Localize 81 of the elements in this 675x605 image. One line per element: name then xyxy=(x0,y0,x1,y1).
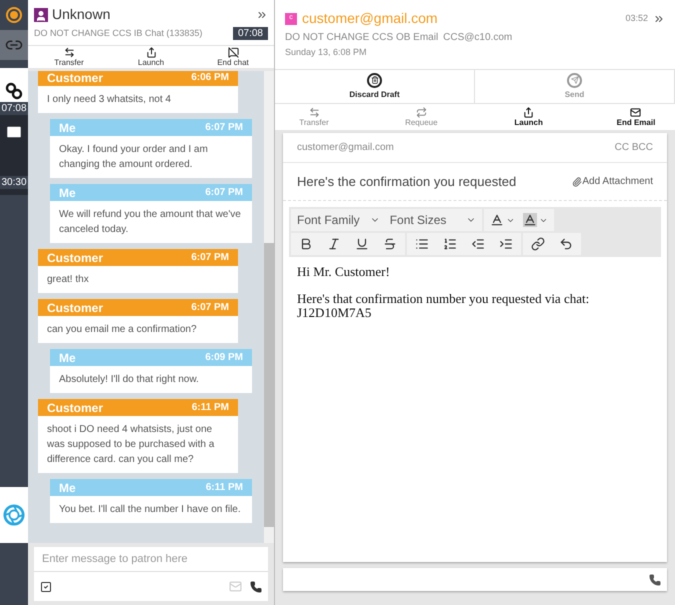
message-time: 6:09 PM xyxy=(205,351,243,365)
status-icon[interactable] xyxy=(6,7,22,23)
sender-name: Customer xyxy=(47,250,104,266)
message-time: 6:06 PM xyxy=(191,71,229,85)
underline-icon[interactable] xyxy=(355,237,369,251)
chat-off-icon xyxy=(228,47,238,58)
sender-name: Me xyxy=(59,120,76,136)
sender-name: Customer xyxy=(47,300,104,316)
bullet-list-icon[interactable] xyxy=(415,237,429,251)
sender-name: Me xyxy=(59,184,76,202)
message-text: can you email me a confirmation? xyxy=(47,323,198,337)
chat-timer: 07:08 xyxy=(232,27,268,40)
checklist-icon[interactable] xyxy=(40,580,52,592)
message-text: great! thx xyxy=(47,273,90,287)
cc-bcc-link[interactable]: CC BCC xyxy=(614,140,653,155)
email-body-text: Here's that confirmation number you requested via chat: xyxy=(297,292,590,306)
highlight-color-icon xyxy=(523,213,538,227)
email-body-text: Hi Mr. Customer! xyxy=(297,265,391,279)
toolbar-button[interactable]: Launch xyxy=(494,104,564,130)
message-text: We will refund you the amount that we've canceled today. xyxy=(59,208,242,237)
message-text: Okay. I found your order and I am changing the amount ordered. xyxy=(59,143,209,172)
toolbar-button[interactable]: Launch xyxy=(110,46,192,68)
repeat-icon xyxy=(416,107,427,118)
phone-icon[interactable] xyxy=(250,580,262,592)
strikethrough-icon[interactable] xyxy=(383,237,397,251)
message-time: 6:07 PM xyxy=(205,121,243,135)
transfer-icon xyxy=(64,47,74,58)
font-family-dropdown[interactable]: Font Family xyxy=(297,211,380,229)
chat-timer: 07:08 xyxy=(0,102,28,115)
indent-icon[interactable] xyxy=(499,237,513,251)
outdent-icon[interactable] xyxy=(471,237,485,251)
paperclip-icon xyxy=(572,176,582,186)
sender-name: Me xyxy=(59,480,76,496)
email-timer: 03:52 xyxy=(625,12,648,25)
text-color-icon xyxy=(490,213,504,227)
contact-name: Unknown xyxy=(52,5,110,24)
toolbar-button[interactable]: End chat xyxy=(192,46,274,68)
email-date: Sunday 13, 6:08 PM xyxy=(285,46,368,59)
text-color-button[interactable] xyxy=(490,213,516,227)
message-time: 6:11 PM xyxy=(206,481,243,495)
link-icon[interactable] xyxy=(531,237,545,251)
queue-name: DO NOT CHANGE CCS OB Email xyxy=(285,31,438,45)
share-icon xyxy=(146,47,156,58)
send-icon xyxy=(570,76,578,84)
message-time: 6:07 PM xyxy=(205,186,243,200)
trash-icon xyxy=(370,76,378,84)
message-text: shoot i DO need 4 whatsists, just one was supposed to be purchased with a difference card. can you call me? xyxy=(47,423,216,467)
bold-icon[interactable] xyxy=(299,237,313,251)
message-text: I only need 3 whatsits, not 4 xyxy=(47,93,172,107)
sender-name: Customer xyxy=(47,400,104,416)
message-time: 6:07 PM xyxy=(191,251,229,265)
phone-icon[interactable] xyxy=(649,574,661,586)
transfer-icon xyxy=(308,107,320,118)
share-icon xyxy=(523,107,534,118)
message-time: 6:07 PM xyxy=(191,301,229,315)
numbered-list-icon[interactable] xyxy=(443,237,457,251)
toolbar-button[interactable]: Transfer xyxy=(28,46,110,68)
avatar-icon xyxy=(34,8,48,22)
queue-name: DO NOT CHANGE CCS IB Chat (133835) xyxy=(34,27,202,40)
toolbar-button[interactable]: End Email xyxy=(600,104,671,130)
message-time: 6:11 PM xyxy=(192,401,229,415)
draft-button[interactable]: Discard Draft xyxy=(275,70,475,103)
highlight-color-button[interactable] xyxy=(523,213,548,227)
undo-icon[interactable] xyxy=(559,237,573,251)
message-input[interactable]: Enter message to patron here xyxy=(34,547,268,572)
sender-name: Customer xyxy=(47,71,104,86)
email-timer: 30:30 xyxy=(0,176,28,189)
email-body-text: J12D10M7A5 xyxy=(297,306,372,320)
aperture-logo-icon xyxy=(3,504,25,526)
add-attachment-link[interactable]: Add Attachment xyxy=(572,174,653,189)
sender-name: Me xyxy=(59,350,76,366)
message-text: You bet. I'll call the number I have on file. xyxy=(59,503,242,517)
scrollbar[interactable] xyxy=(264,71,274,543)
font-size-dropdown[interactable]: Font Sizes xyxy=(390,211,476,229)
queue-address: CCS@c10.com xyxy=(443,31,512,45)
message-text: Absolutely! I'll do that right now. xyxy=(59,373,200,387)
subject-field[interactable]: Here's the confirmation you requested xyxy=(297,172,516,192)
chat-bubbles-icon[interactable] xyxy=(5,82,23,100)
email-sender: customer@gmail.com xyxy=(302,9,438,28)
to-field[interactable]: customer@gmail.com xyxy=(297,140,394,155)
italic-icon[interactable] xyxy=(327,237,341,251)
